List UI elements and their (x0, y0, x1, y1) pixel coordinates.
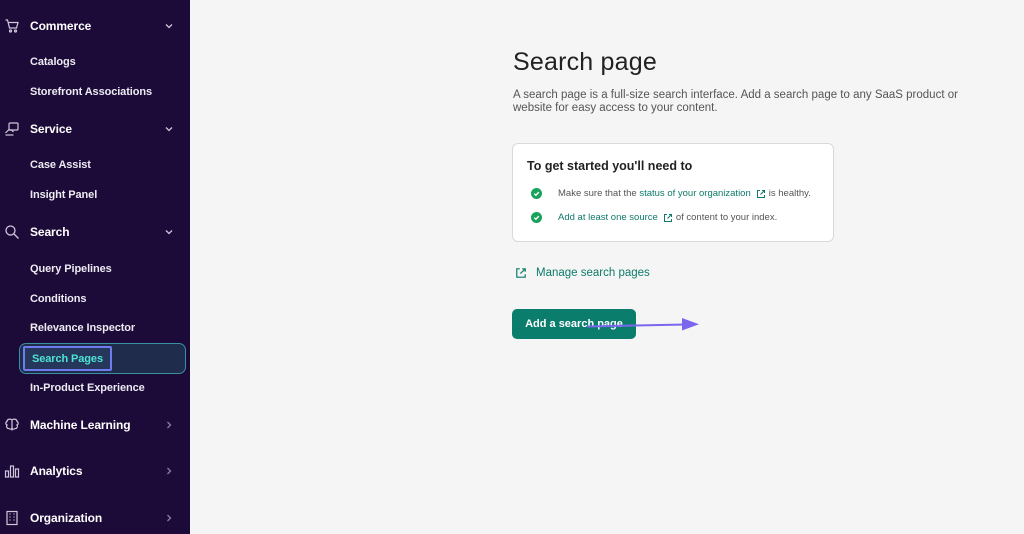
sidebar-section-label: Organization (30, 511, 103, 525)
highlight-box: Search Pages (23, 346, 112, 371)
sidebar-item-in-product-experience[interactable]: In-Product Experience (30, 382, 145, 394)
external-link-icon (756, 189, 766, 199)
sidebar-item-query-pipelines[interactable]: Query Pipelines (30, 263, 112, 275)
manage-search-pages-link[interactable]: Manage search pages (515, 267, 650, 279)
sidebar-item-relevance-inspector[interactable]: Relevance Inspector (30, 322, 135, 334)
sidebar-section-analytics[interactable]: Analytics (0, 457, 190, 485)
sidebar-section-label: Machine Learning (30, 418, 131, 432)
sidebar: Commerce Catalogs Storefront Association… (0, 0, 190, 534)
check-circle-icon (531, 188, 542, 199)
getting-started-card: To get started you'll need to Make sure … (512, 143, 834, 242)
sidebar-section-organization[interactable]: Organization (0, 504, 190, 532)
requirement-item: Add at least one source of content to yo… (531, 212, 777, 223)
chevron-down-icon (162, 122, 176, 136)
card-title: To get started you'll need to (527, 159, 693, 173)
check-circle-icon (531, 212, 542, 223)
brain-icon (4, 417, 20, 433)
sidebar-section-label: Search (30, 225, 70, 239)
chevron-right-icon (162, 464, 176, 478)
sidebar-section-service[interactable]: Service (0, 115, 190, 143)
main-content: Search page A search page is a full-size… (190, 0, 1024, 534)
manage-search-pages-label: Manage search pages (536, 267, 650, 279)
external-link-icon (663, 213, 673, 223)
page-title: Search page (513, 48, 657, 76)
requirement-text-after: is healthy. (768, 188, 811, 199)
sidebar-section-machine-learning[interactable]: Machine Learning (0, 411, 190, 439)
sidebar-section-label: Service (30, 122, 73, 136)
sidebar-item-search-pages[interactable]: Search Pages (19, 343, 186, 374)
sidebar-section-label: Commerce (30, 19, 92, 33)
sidebar-item-insight-panel[interactable]: Insight Panel (30, 189, 97, 201)
bar-chart-icon (4, 463, 20, 479)
search-icon (4, 224, 20, 240)
sidebar-item-label: Search Pages (32, 353, 103, 365)
sidebar-section-search[interactable]: Search (0, 218, 190, 246)
building-icon (4, 510, 20, 526)
sidebar-section-label: Analytics (30, 464, 83, 478)
sidebar-item-case-assist[interactable]: Case Assist (30, 159, 91, 171)
service-icon (4, 121, 20, 137)
requirement-item: Make sure that the status of your organi… (531, 188, 811, 199)
add-source-link[interactable]: Add at least one source (558, 212, 658, 223)
external-link-icon (515, 267, 527, 279)
chevron-down-icon (162, 19, 176, 33)
cart-icon (4, 18, 20, 34)
sidebar-item-catalogs[interactable]: Catalogs (30, 56, 76, 68)
chevron-right-icon (162, 511, 176, 525)
chevron-right-icon (162, 418, 176, 432)
chevron-down-icon (162, 225, 176, 239)
sidebar-item-storefront-associations[interactable]: Storefront Associations (30, 86, 152, 98)
sidebar-section-commerce[interactable]: Commerce (0, 12, 190, 40)
requirement-text-before: Make sure that the (558, 188, 637, 199)
organization-status-link[interactable]: status of your organization (639, 188, 750, 199)
requirement-text-after: of content to your index. (675, 212, 778, 223)
page-description: A search page is a full-size search inte… (513, 89, 958, 114)
sidebar-item-conditions[interactable]: Conditions (30, 293, 87, 305)
pointer-arrow-icon (587, 318, 699, 331)
